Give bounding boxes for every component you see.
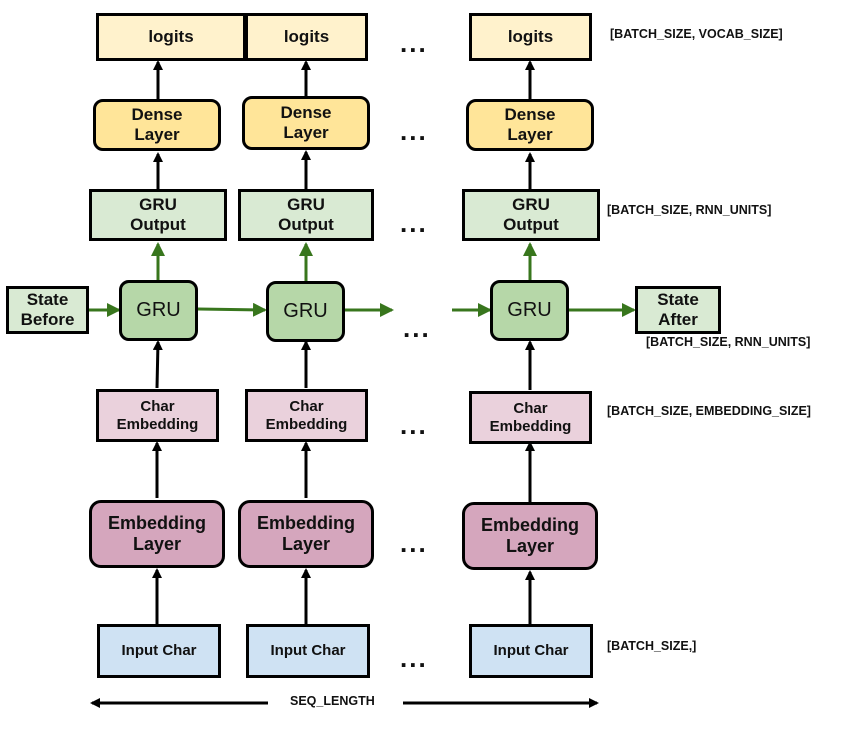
embedding-layer-box-3: Embedding Layer (462, 502, 598, 570)
char-embedding-box-3: Char Embedding (469, 391, 592, 444)
char-embedding-box-2: Char Embedding (245, 389, 368, 442)
dense-layer-box-2: Dense Layer (242, 96, 370, 150)
gru-output-box-3: GRU Output (462, 189, 600, 241)
state-after-box: State After (635, 286, 721, 334)
gru-label: GRU (283, 300, 328, 322)
gru-output-box-1: GRU Output (89, 189, 227, 241)
input-char-box-2: Input Char (246, 624, 370, 678)
gru-output-label: GRU Output (130, 195, 186, 234)
dense-layer-label: Dense Layer (131, 105, 183, 144)
gru-cell-2: GRU (266, 281, 345, 342)
logits-box-1: logits (96, 13, 246, 61)
arrow-char-to-gru-1 (152, 340, 163, 389)
char-embedding-label: Char Embedding (116, 398, 199, 433)
gru-output-label: GRU Output (503, 195, 559, 234)
seq-length-label: SEQ_LENGTH (290, 694, 375, 708)
state-before-box: State Before (6, 286, 89, 334)
shape-label-state-after: [BATCH_SIZE, RNN_UNITS] (646, 335, 811, 349)
logits-label: logits (148, 27, 194, 47)
arrow-gru-1-to-gru-2 (197, 302, 267, 317)
gru-cell-1: GRU (119, 280, 198, 341)
input-char-label: Input Char (270, 642, 346, 660)
shape-label-gru-output: [BATCH_SIZE, RNN_UNITS] (607, 203, 772, 217)
embedding-layer-label: Embedding Layer (481, 515, 579, 556)
gru-label: GRU (507, 299, 552, 321)
ellipsis-dense: ... (400, 116, 428, 146)
gru-output-box-2: GRU Output (238, 189, 374, 241)
logits-box-3: logits (469, 13, 592, 61)
ellipsis-char-embedding: ... (400, 410, 428, 440)
dense-layer-label: Dense Layer (280, 103, 332, 142)
logits-label: logits (507, 27, 554, 47)
logits-label: logits (283, 27, 330, 47)
char-embedding-box-1: Char Embedding (96, 389, 219, 442)
ellipsis-input: ... (400, 643, 428, 673)
embedding-layer-label: Embedding Layer (108, 513, 206, 554)
embedding-layer-box-1: Embedding Layer (89, 500, 225, 568)
state-before-label: State Before (20, 290, 75, 329)
logits-box-2: logits (245, 13, 368, 61)
ellipsis-gru-output: ... (400, 208, 428, 238)
gru-cell-3: GRU (490, 280, 569, 341)
dense-layer-box-3: Dense Layer (466, 99, 594, 151)
gru-label: GRU (136, 299, 181, 321)
dense-layer-label: Dense Layer (504, 105, 556, 144)
ellipsis-embedding-layer: ... (400, 528, 428, 558)
char-embedding-label: Char Embedding (489, 400, 572, 435)
shape-label-logits: [BATCH_SIZE, VOCAB_SIZE] (610, 27, 783, 41)
ellipsis-gru: ... (403, 313, 431, 343)
shape-label-char-embedding: [BATCH_SIZE, EMBEDDING_SIZE] (607, 404, 811, 418)
input-char-label: Input Char (493, 642, 569, 660)
input-char-box-3: Input Char (469, 624, 593, 678)
embedding-layer-box-2: Embedding Layer (238, 500, 374, 568)
embedding-layer-label: Embedding Layer (257, 513, 355, 554)
input-char-box-1: Input Char (97, 624, 221, 678)
ellipsis-logits: ... (400, 28, 428, 58)
input-char-label: Input Char (121, 642, 197, 660)
char-embedding-label: Char Embedding (265, 398, 348, 433)
dense-layer-box-1: Dense Layer (93, 99, 221, 151)
shape-label-input: [BATCH_SIZE,] (607, 639, 697, 653)
state-after-label: State After (657, 290, 699, 329)
gru-output-label: GRU Output (278, 195, 334, 234)
